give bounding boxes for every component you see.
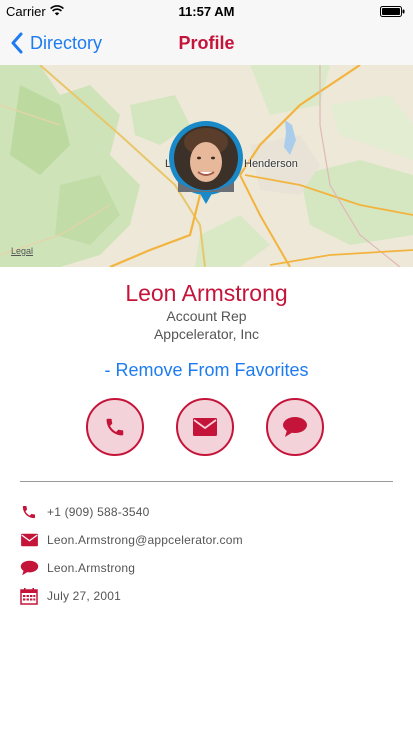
contact-job-title: Account Rep <box>166 308 247 324</box>
speech-bubble-icon <box>283 417 307 437</box>
contact-name: Leon Armstrong <box>125 280 288 306</box>
detail-row-chat[interactable]: Leon.Armstrong <box>19 558 135 578</box>
battery-icon <box>380 6 405 17</box>
remove-favorites-button[interactable]: - Remove From Favorites <box>0 360 413 381</box>
location-map[interactable]: L Henderson Legal <box>0 65 413 267</box>
page-title: Profile <box>178 33 235 53</box>
speech-bubble-icon <box>19 559 39 577</box>
date-value: July 27, 2001 <box>47 589 121 603</box>
phone-icon <box>19 503 39 521</box>
call-button[interactable] <box>86 398 144 456</box>
map-label-henderson: Henderson <box>244 158 298 170</box>
email-address: Leon.Armstrong@appcelerator.com <box>47 533 243 547</box>
navigation-bar: Directory Profile <box>0 22 413 65</box>
calendar-icon <box>19 587 39 605</box>
map-legal-link[interactable]: Legal <box>11 246 33 256</box>
contact-company: Appcelerator, Inc <box>153 326 260 342</box>
envelope-icon <box>19 531 39 549</box>
status-bar: Carrier 11:57 AM <box>0 0 413 22</box>
detail-row-phone[interactable]: +1 (909) 588-3540 <box>19 502 149 522</box>
envelope-icon <box>193 418 217 436</box>
chat-handle: Leon.Armstrong <box>47 561 136 575</box>
avatar-map-pin[interactable] <box>168 120 244 208</box>
section-divider <box>20 481 393 482</box>
phone-icon <box>106 418 124 436</box>
phone-number: +1 (909) 588-3540 <box>47 505 150 519</box>
email-button[interactable] <box>176 398 234 456</box>
detail-row-email[interactable]: Leon.Armstrong@appcelerator.com <box>19 530 243 550</box>
detail-row-date: July 27, 2001 <box>19 586 121 606</box>
message-button[interactable] <box>266 398 324 456</box>
clock-label: 11:57 AM <box>178 4 235 19</box>
